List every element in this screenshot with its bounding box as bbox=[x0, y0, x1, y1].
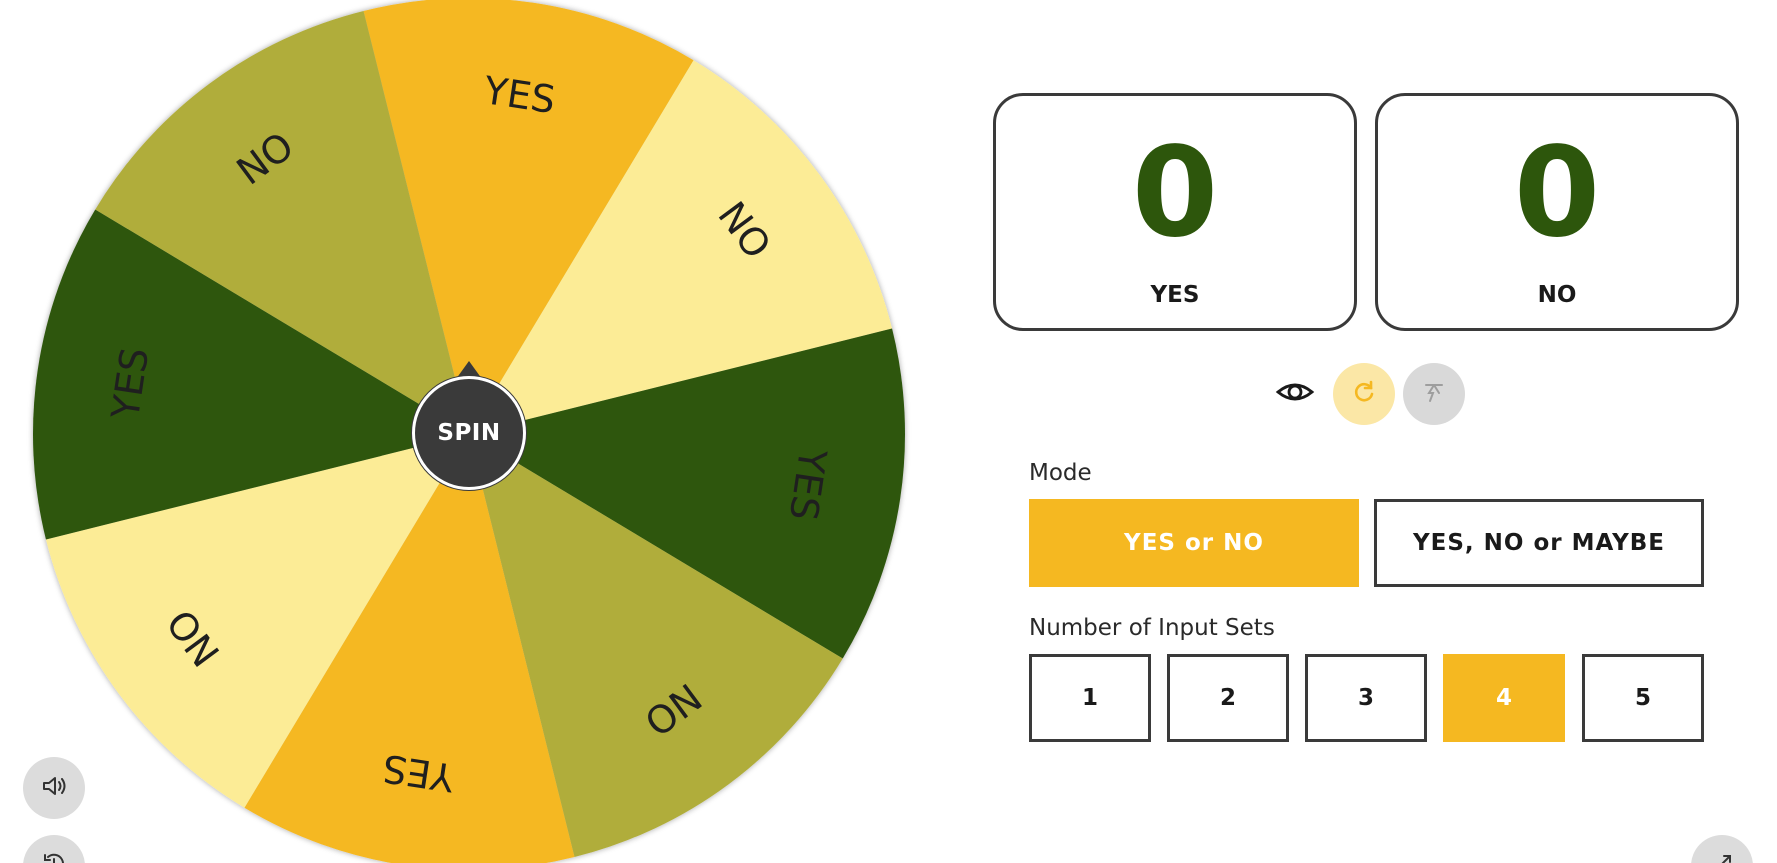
fullscreen-button[interactable] bbox=[1691, 835, 1753, 863]
fullscreen-icon bbox=[1708, 850, 1736, 863]
mode-label: Mode bbox=[1029, 460, 1092, 486]
mode-yes-no-button[interactable]: YES or NO bbox=[1029, 499, 1359, 587]
score-card-no: 0 NO bbox=[1375, 93, 1739, 331]
sound-icon bbox=[40, 772, 68, 805]
mode-yes-no-maybe-button[interactable]: YES, NO or MAYBE bbox=[1374, 499, 1704, 587]
spin-button[interactable]: SPIN bbox=[412, 376, 526, 490]
score-value-no: 0 bbox=[1513, 121, 1601, 265]
score-value-yes: 0 bbox=[1131, 121, 1219, 265]
reset-icon bbox=[1350, 378, 1378, 411]
input-set-1-button[interactable]: 1 bbox=[1029, 654, 1151, 742]
eye-icon bbox=[1275, 372, 1315, 417]
reset-button[interactable] bbox=[1333, 363, 1395, 425]
input-sets-label: Number of Input Sets bbox=[1029, 615, 1275, 641]
history-icon bbox=[40, 850, 68, 863]
sound-button[interactable] bbox=[23, 757, 85, 819]
toggle-visibility-button[interactable] bbox=[1264, 363, 1326, 425]
input-set-4-button[interactable]: 4 bbox=[1443, 654, 1565, 742]
input-set-3-button[interactable]: 3 bbox=[1305, 654, 1427, 742]
clear-button[interactable] bbox=[1403, 363, 1465, 425]
input-set-2-button[interactable]: 2 bbox=[1167, 654, 1289, 742]
spin-wheel-app: YES NO YES NO YES NO YES NO SPIN 0 YES 0… bbox=[0, 0, 1777, 863]
score-label-yes: YES bbox=[1150, 282, 1200, 308]
input-set-5-button[interactable]: 5 bbox=[1582, 654, 1704, 742]
score-label-no: NO bbox=[1537, 282, 1577, 308]
score-card-yes: 0 YES bbox=[993, 93, 1357, 331]
clear-icon bbox=[1421, 379, 1447, 410]
